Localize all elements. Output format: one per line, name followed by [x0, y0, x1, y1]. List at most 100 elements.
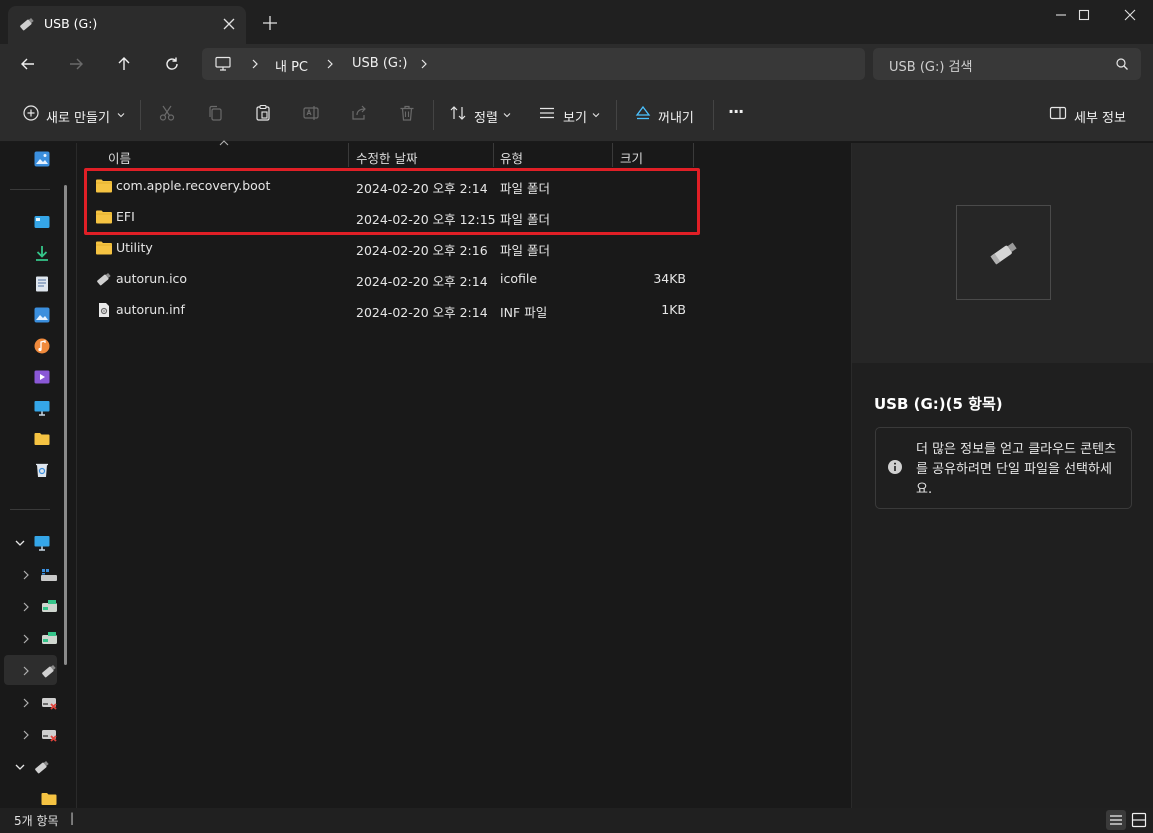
column-header-modified[interactable]: 수정한 날짜: [356, 148, 417, 167]
this-pc-shortcut-icon[interactable]: [33, 399, 51, 417]
gallery-icon[interactable]: [33, 150, 51, 168]
folder-icon[interactable]: [33, 430, 51, 448]
rename-icon[interactable]: [302, 104, 320, 122]
file-modified: 2024-02-20 오후 2:16: [356, 243, 488, 258]
file-size: 1KB: [661, 302, 686, 317]
chevron-down-icon[interactable]: [14, 761, 26, 773]
close-window-button[interactable]: [1107, 0, 1153, 30]
chevron-down-icon: [116, 110, 126, 120]
details-pane: USB (G:)(5 항목) 더 많은 정보를 얻고 클라우드 콘텐츠를 공유하…: [851, 143, 1153, 808]
chevron-right-icon[interactable]: [20, 729, 32, 741]
command-bar: 새로 만들기 정렬 보기 꺼내기 ··· 세부 정보: [0, 88, 1153, 142]
details-pane-button[interactable]: 세부 정보: [1042, 88, 1138, 142]
local-disk-icon[interactable]: [40, 566, 58, 584]
sort-label: 정렬: [474, 111, 498, 126]
copy-icon[interactable]: [206, 104, 224, 122]
details-pane-icon: [1049, 104, 1067, 122]
column-header-type[interactable]: 유형: [500, 148, 523, 167]
sidebar-divider: [10, 509, 50, 510]
column-divider[interactable]: [493, 143, 494, 167]
forward-button[interactable]: [60, 50, 92, 78]
column-divider[interactable]: [693, 143, 694, 167]
network-drive-icon[interactable]: [40, 694, 58, 712]
address-row: 내 PC USB (G:) USB (G:) 검색: [0, 44, 1153, 88]
toolbar-divider: [433, 100, 434, 130]
new-button[interactable]: 새로 만들기: [14, 88, 132, 142]
file-modified: 2024-02-20 오후 2:14: [356, 274, 488, 289]
sidebar-divider: [10, 189, 50, 190]
toolbar-divider: [616, 100, 617, 130]
tiles-view-toggle[interactable]: [1129, 810, 1149, 830]
usb-drive-icon[interactable]: [33, 758, 51, 776]
chevron-down-icon[interactable]: [14, 537, 26, 549]
close-tab-icon[interactable]: [219, 14, 239, 34]
recycle-bin-icon[interactable]: [33, 461, 51, 479]
sort-icon: [449, 104, 467, 122]
maximize-button[interactable]: [1061, 0, 1107, 30]
this-pc-icon[interactable]: [33, 534, 51, 552]
eject-label: 꺼내기: [658, 111, 694, 126]
back-button[interactable]: [12, 50, 44, 78]
usb-drive-icon: [987, 238, 1021, 268]
file-size: 34KB: [653, 271, 686, 286]
folder-icon[interactable]: [40, 790, 58, 808]
search-placeholder: USB (G:) 검색: [889, 60, 973, 75]
details-pane-label: 세부 정보: [1074, 111, 1126, 126]
address-bar[interactable]: 내 PC USB (G:): [202, 48, 865, 80]
delete-icon[interactable]: [398, 104, 416, 122]
file-type: icofile: [500, 271, 538, 286]
file-row[interactable]: Utility 2024-02-20 오후 2:16 파일 폴더: [78, 233, 698, 264]
column-header-size[interactable]: 크기: [620, 148, 643, 167]
column-divider[interactable]: [612, 143, 613, 167]
videos-icon[interactable]: [33, 368, 51, 386]
cut-icon[interactable]: [158, 104, 176, 122]
file-row[interactable]: autorun.ico 2024-02-20 오후 2:14 icofile 3…: [78, 264, 698, 295]
desktop-icon[interactable]: [33, 213, 51, 231]
folder-icon: [95, 240, 113, 256]
downloads-icon[interactable]: [33, 244, 51, 262]
breadcrumb-usb[interactable]: USB (G:): [352, 56, 407, 71]
tab-usb[interactable]: USB (G:): [8, 6, 246, 44]
new-tab-button[interactable]: [260, 13, 280, 33]
chevron-right-icon[interactable]: [20, 601, 32, 613]
music-icon[interactable]: [33, 337, 51, 355]
refresh-button[interactable]: [156, 50, 188, 78]
pictures-icon[interactable]: [33, 306, 51, 324]
column-header-name[interactable]: 이름: [108, 148, 131, 167]
column-divider[interactable]: [348, 143, 349, 167]
drive-icon[interactable]: [40, 630, 58, 648]
sidebar-scrollbar[interactable]: [64, 185, 67, 665]
add-circle-icon: [22, 104, 40, 122]
view-button[interactable]: 보기: [534, 88, 606, 142]
chevron-right-icon[interactable]: [20, 633, 32, 645]
chevron-right-icon[interactable]: [20, 697, 32, 709]
file-modified: 2024-02-20 오후 2:14: [356, 305, 488, 320]
up-button[interactable]: [108, 50, 140, 78]
drive-icon[interactable]: [40, 598, 58, 616]
file-name: autorun.inf: [116, 302, 185, 317]
network-drive-icon[interactable]: [40, 726, 58, 744]
usb-drive-icon[interactable]: [40, 662, 58, 680]
more-options-button[interactable]: ···: [728, 102, 744, 121]
usb-drive-icon: [95, 271, 113, 287]
search-input[interactable]: USB (G:) 검색: [873, 48, 1141, 80]
breadcrumb-my-pc[interactable]: 내 PC: [275, 56, 308, 75]
share-icon[interactable]: [350, 104, 368, 122]
usb-drive-icon: [18, 15, 36, 33]
breadcrumb-chevron-icon[interactable]: [419, 58, 429, 70]
column-header-row: 이름 수정한 날짜 유형 크기: [78, 143, 694, 167]
file-row[interactable]: autorun.inf 2024-02-20 오후 2:14 INF 파일 1K…: [78, 295, 698, 326]
file-list: 이름 수정한 날짜 유형 크기 com.apple.recovery.boot …: [78, 140, 851, 808]
sort-button[interactable]: 정렬: [444, 88, 522, 142]
chevron-right-icon[interactable]: [20, 665, 32, 677]
eject-button[interactable]: 꺼내기: [628, 88, 704, 142]
paste-icon[interactable]: [254, 104, 272, 122]
details-title: USB (G:)(5 항목): [874, 395, 1003, 413]
file-name: Utility: [116, 240, 153, 255]
chevron-right-icon[interactable]: [20, 569, 32, 581]
details-view-toggle[interactable]: [1106, 810, 1126, 830]
documents-icon[interactable]: [33, 275, 51, 293]
search-icon: [1115, 57, 1129, 71]
info-box: 더 많은 정보를 얻고 클라우드 콘텐츠를 공유하려면 단일 파일을 선택하세요…: [875, 427, 1132, 509]
info-text: 더 많은 정보를 얻고 클라우드 콘텐츠를 공유하려면 단일 파일을 선택하세요…: [916, 442, 1117, 497]
